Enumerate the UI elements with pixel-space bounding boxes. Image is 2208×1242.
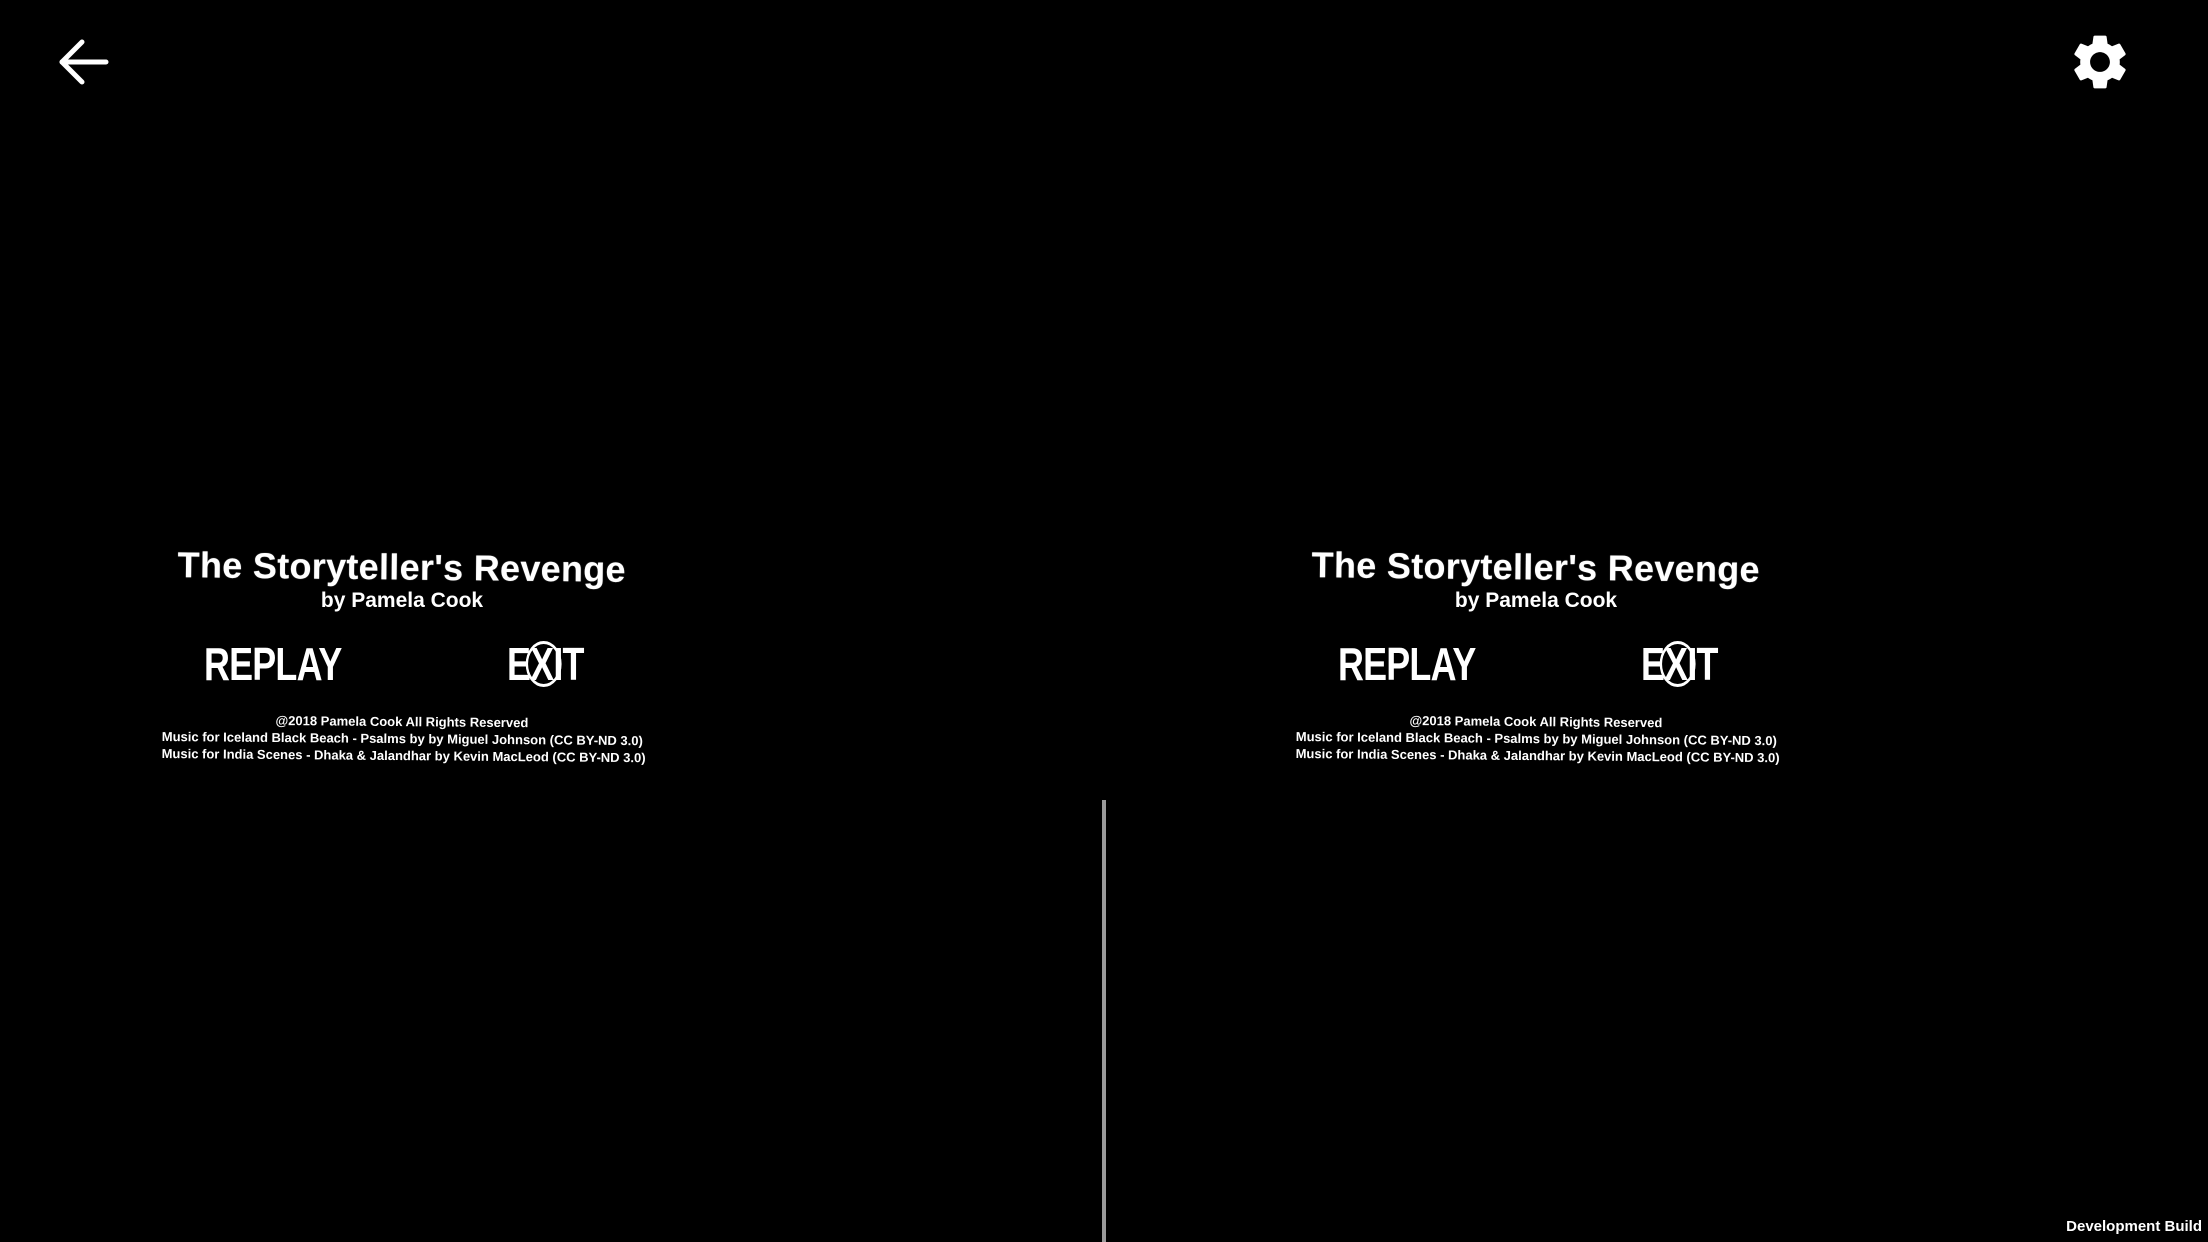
exit-label-x: X [525,638,562,690]
exit-button[interactable]: EXIT [507,637,584,691]
back-button[interactable] [44,22,124,102]
right-eye-view: The Storyteller's Revenge by Pamela Cook… [1295,544,1786,766]
eye-divider [1102,800,1106,1242]
replay-button[interactable]: REPLAY [1338,637,1476,691]
author-byline: by Pamela Cook [320,589,484,612]
gear-icon [2074,35,2126,89]
credits: @2018 Pamela Cook All Rights Reserved Mu… [1295,711,1780,766]
left-eye-view: The Storyteller's Revenge by Pamela Cook… [161,544,652,766]
replay-button[interactable]: REPLAY [204,637,342,691]
exit-label-x: X [1659,638,1696,690]
settings-button[interactable] [2060,22,2140,102]
story-title: The Storyteller's Revenge [1311,544,1761,590]
arrow-left-icon [59,39,109,85]
exit-button[interactable]: EXIT [1641,637,1718,691]
credits-line: Music for India Scenes - Dhaka & Jalandh… [161,745,646,766]
author-byline: by Pamela Cook [1454,589,1618,612]
credits-line: Music for India Scenes - Dhaka & Jalandh… [1295,745,1780,766]
story-title: The Storyteller's Revenge [177,544,627,590]
development-build-label: Development Build [2066,1218,2202,1235]
credits: @2018 Pamela Cook All Rights Reserved Mu… [161,711,646,766]
